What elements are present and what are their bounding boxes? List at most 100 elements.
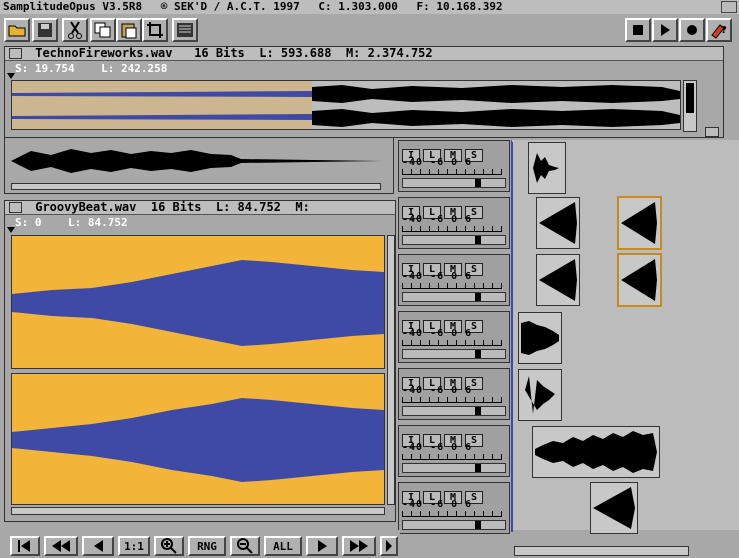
window-title-bar[interactable]: GroovyBeat.wav 16 Bits L: 84.752 M: xyxy=(5,201,395,215)
horizontal-scrollbar[interactable] xyxy=(11,507,385,515)
play-button[interactable] xyxy=(652,18,678,42)
vertical-scrollbar[interactable] xyxy=(683,80,697,132)
background-waveform xyxy=(11,141,381,181)
play-icon xyxy=(660,24,670,36)
close-icon[interactable] xyxy=(9,202,22,213)
track-control-strip: I L M S -40 -6 0 6 xyxy=(398,482,510,534)
step-back-icon xyxy=(93,540,103,552)
skip-end-icon xyxy=(386,540,392,552)
screen-depth-button[interactable] xyxy=(721,1,737,13)
zoom-all-button[interactable]: ALL xyxy=(264,536,302,556)
volume-knob[interactable] xyxy=(475,236,481,244)
paste-button[interactable] xyxy=(116,18,142,42)
clip-waveform xyxy=(621,202,657,244)
window-technofireworks: TechnoFireworks.wav 16 Bits L: 593.688 M… xyxy=(4,46,724,138)
window-marker: M: 2.374.752 xyxy=(345,46,433,60)
volume-slider[interactable] xyxy=(402,520,506,530)
resize-handle[interactable] xyxy=(705,127,719,137)
zoom-in-icon xyxy=(161,538,177,554)
volume-knob[interactable] xyxy=(475,407,481,415)
range-length: L: 242.258 xyxy=(101,62,168,75)
zoom-out-button[interactable] xyxy=(230,536,260,556)
crop-button[interactable] xyxy=(142,18,168,42)
waveform-channel-right[interactable] xyxy=(11,373,385,505)
step-forward-icon xyxy=(317,540,327,552)
main-toolbar: ? xyxy=(0,14,739,46)
app-title-bar: SamplitudeOpus V3.5R8 ® SEK'D / A.C.T. 1… xyxy=(0,0,739,14)
zoom-all-label: ALL xyxy=(273,539,293,553)
waveform-svg xyxy=(12,81,680,129)
clip[interactable] xyxy=(518,369,562,421)
clip[interactable] xyxy=(590,482,638,534)
volume-ticks xyxy=(402,283,502,289)
clip[interactable] xyxy=(528,142,566,194)
step-forward-button[interactable] xyxy=(306,536,338,556)
volume-scale: -40 -6 0 6 xyxy=(402,157,473,168)
track-control-strip: I L M S -40 -6 0 6 xyxy=(398,368,510,420)
clip[interactable] xyxy=(518,312,562,364)
help-icon: ? xyxy=(711,24,727,39)
fast-forward-button[interactable] xyxy=(342,536,376,556)
waveform-channel-left[interactable] xyxy=(11,235,385,369)
volume-knob[interactable] xyxy=(475,521,481,529)
clip-waveform xyxy=(593,487,635,529)
volume-slider[interactable] xyxy=(402,406,506,416)
go-end-button[interactable] xyxy=(380,536,398,556)
zoom-range-button[interactable]: RNG xyxy=(188,536,226,556)
clip-waveform xyxy=(521,321,559,355)
range-start: S: 19.754 xyxy=(15,62,75,75)
window-length: L: 593.688 xyxy=(259,46,332,60)
window-filename: TechnoFireworks.wav xyxy=(35,46,173,60)
save-button[interactable] xyxy=(32,18,58,42)
zoom-1to1-button[interactable]: 1:1 xyxy=(118,536,150,556)
keyboard-icon xyxy=(177,23,193,37)
clip[interactable] xyxy=(536,254,580,306)
clip-selected[interactable] xyxy=(617,253,662,307)
save-icon xyxy=(38,23,52,37)
copy-button[interactable] xyxy=(90,18,116,42)
help-button[interactable]: ? xyxy=(706,18,732,42)
volume-slider[interactable] xyxy=(402,178,506,188)
rewind-button[interactable] xyxy=(44,536,78,556)
window-title-bar[interactable]: TechnoFireworks.wav 16 Bits L: 593.688 M… xyxy=(5,47,723,61)
volume-scale: -40 -6 0 6 xyxy=(402,499,473,510)
volume-knob[interactable] xyxy=(475,464,481,472)
crop-icon xyxy=(147,22,163,38)
volume-slider[interactable] xyxy=(402,235,506,245)
volume-slider[interactable] xyxy=(402,292,506,302)
waveform-svg xyxy=(12,398,384,482)
volume-slider[interactable] xyxy=(402,463,506,473)
clip[interactable] xyxy=(532,426,660,478)
go-start-button[interactable] xyxy=(10,536,40,556)
volume-ticks xyxy=(402,454,502,460)
vertical-scrollbar[interactable] xyxy=(387,235,395,505)
app-name: SamplitudeOpus V3.5R8 xyxy=(3,0,143,13)
zoom-in-button[interactable] xyxy=(154,536,184,556)
step-back-button[interactable] xyxy=(82,536,114,556)
close-icon[interactable] xyxy=(9,48,22,59)
volume-scale: -40 -6 0 6 xyxy=(402,214,473,225)
cut-button[interactable] xyxy=(62,18,88,42)
keyboard-button[interactable] xyxy=(172,18,198,42)
record-button[interactable] xyxy=(679,18,705,42)
volume-knob[interactable] xyxy=(475,350,481,358)
clip[interactable] xyxy=(536,197,580,249)
zoom-1to1-label: 1:1 xyxy=(124,539,144,553)
clip-selected[interactable] xyxy=(617,196,662,250)
fast-forward-icon xyxy=(350,540,368,552)
range-length: L: 84.752 xyxy=(68,216,128,229)
volume-knob[interactable] xyxy=(475,293,481,301)
waveform-display[interactable] xyxy=(11,80,681,130)
open-button[interactable] xyxy=(4,18,30,42)
hscroll[interactable] xyxy=(11,183,381,190)
volume-slider[interactable] xyxy=(402,349,506,359)
zoom-out-icon xyxy=(237,538,253,554)
playhead xyxy=(511,142,513,532)
horizontal-scrollbar[interactable] xyxy=(514,546,689,556)
stop-button[interactable] xyxy=(625,18,651,42)
scroll-thumb[interactable] xyxy=(686,83,694,113)
bottom-toolbar: 1:1 RNG ALL xyxy=(0,530,400,558)
volume-knob[interactable] xyxy=(475,179,481,187)
record-icon xyxy=(687,25,697,35)
rewind-icon xyxy=(52,540,70,552)
